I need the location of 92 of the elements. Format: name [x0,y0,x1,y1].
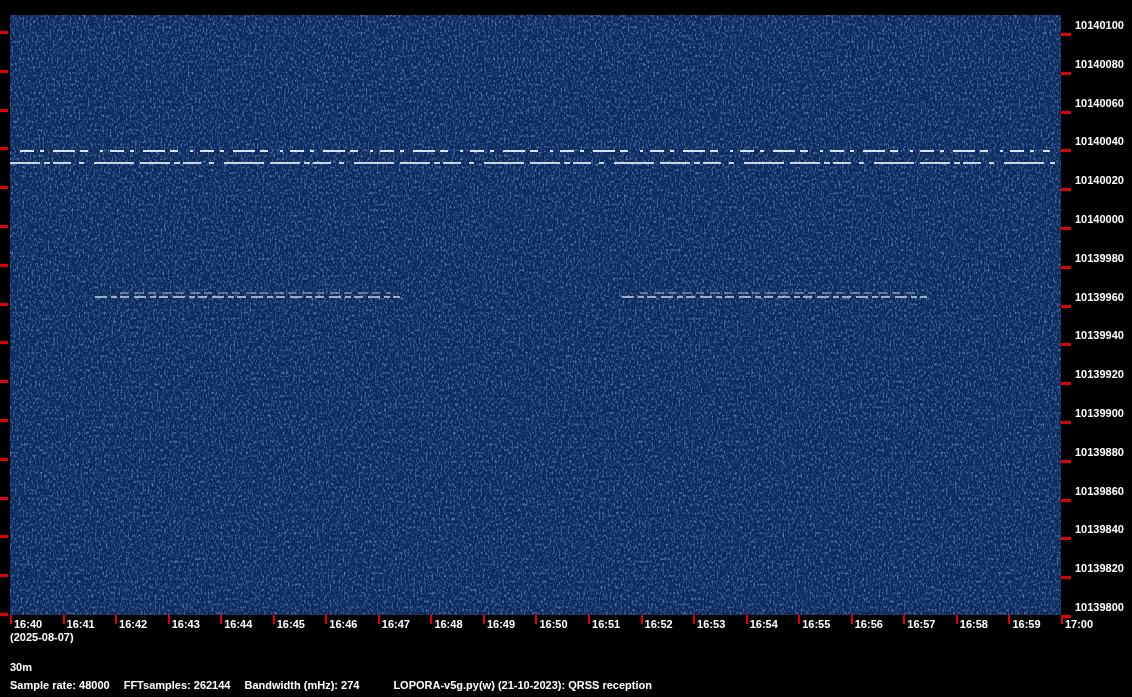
tick-mark [1061,576,1071,580]
frequency-label: 10139820 [1075,561,1124,576]
time-label: 16:50 [539,618,568,630]
tick-mark [0,380,8,384]
tick-mark [0,225,8,228]
frequency-label: 10140040 [1075,134,1124,149]
time-label: 16:46 [329,618,358,630]
tick-mark [272,615,275,624]
tick-mark [1061,188,1071,192]
tick-mark [0,147,8,151]
status-text: Bandwidth (mHz): 274 [244,679,360,691]
tick-mark [0,496,8,500]
time-label: 16:44 [224,618,253,630]
tick-mark [850,615,853,624]
tick-mark [955,615,958,624]
frequency-label: 10139800 [1075,599,1124,614]
time-label: 16:56 [854,618,883,630]
tick-mark [1061,498,1071,502]
tick-mark [0,69,8,73]
tick-mark [1061,265,1071,269]
time-label: 17:00 [1064,618,1094,630]
frequency-label: 10139840 [1075,522,1124,537]
time-label: 16:47 [381,618,410,630]
time-label: 16:49 [486,618,516,630]
frequency-label: 10139960 [1075,289,1124,304]
frequency-label: 10139980 [1075,250,1124,265]
tick-mark [0,418,8,422]
tick-mark [0,108,8,112]
time-label: 16:53 [697,618,726,630]
tick-mark [0,535,8,539]
tick-mark [220,615,223,624]
tick-mark [1061,110,1071,114]
date-label: (2025-08-07) [10,631,75,643]
frequency-label: 10140000 [1075,212,1124,226]
tick-mark [115,615,118,624]
tick-mark [1008,615,1011,624]
time-label: 16:57 [907,618,936,630]
time-label: 16:41 [66,618,95,630]
time-label: 16:51 [592,618,621,630]
tick-mark [1061,382,1071,386]
tick-mark [167,615,170,624]
tick-mark [640,615,643,624]
tick-mark [1061,459,1071,463]
tick-mark [1061,420,1071,424]
time-label: 16:54 [749,618,778,630]
time-label: 16:52 [644,618,673,630]
tick-mark [62,615,65,624]
time-label: 16:58 [959,618,988,630]
frequency-label: 10140020 [1075,173,1124,188]
time-label: 16:43 [171,618,200,630]
frequency-label: 10140060 [1075,95,1124,110]
tick-mark [0,186,8,190]
tick-mark [0,31,8,34]
tick-mark [377,615,380,624]
frequency-label: 10139940 [1075,328,1124,343]
tick-mark [798,615,801,624]
tick-mark [903,615,906,624]
frequency-label: 10139920 [1075,367,1124,382]
frequency-label: 10140080 [1075,56,1124,71]
tick-mark [745,615,748,624]
tick-mark [325,615,328,624]
tick-mark [1061,343,1071,347]
frequency-label: 10139900 [1075,405,1124,420]
tick-mark [693,615,696,624]
tick-mark [535,615,538,624]
status-text: Sample rate: 48000 [10,679,110,691]
status-text: FFTsamples: 262144 [123,679,231,691]
tick-mark [1061,149,1071,153]
tick-mark [0,263,8,267]
time-label: 16:45 [276,618,305,630]
time-label: 16:59 [1012,618,1041,630]
tick-mark [430,615,433,624]
time-label: 16:42 [119,618,148,630]
tick-mark [588,615,590,624]
tick-mark [0,302,8,306]
tick-mark [1061,71,1071,75]
frequency-label: 10139880 [1075,444,1124,459]
time-label: 16:40 [14,618,43,630]
tick-mark [0,574,8,578]
time-label: 16:48 [434,618,463,630]
tick-mark [1061,304,1071,308]
band-label: 30m [10,661,34,673]
time-label: 16:55 [802,618,831,630]
frequency-label: 10140100 [1075,18,1124,32]
tick-mark [1061,537,1071,541]
tick-mark [1061,227,1071,230]
tick-mark [0,457,8,461]
tick-mark [482,615,485,624]
tick-mark [0,341,8,345]
tick-mark [1061,33,1071,36]
status-text: LOPORA-v5g.py(w) (21-10-2023): QRSS reception [393,679,652,691]
frequency-label: 10139860 [1075,483,1124,498]
